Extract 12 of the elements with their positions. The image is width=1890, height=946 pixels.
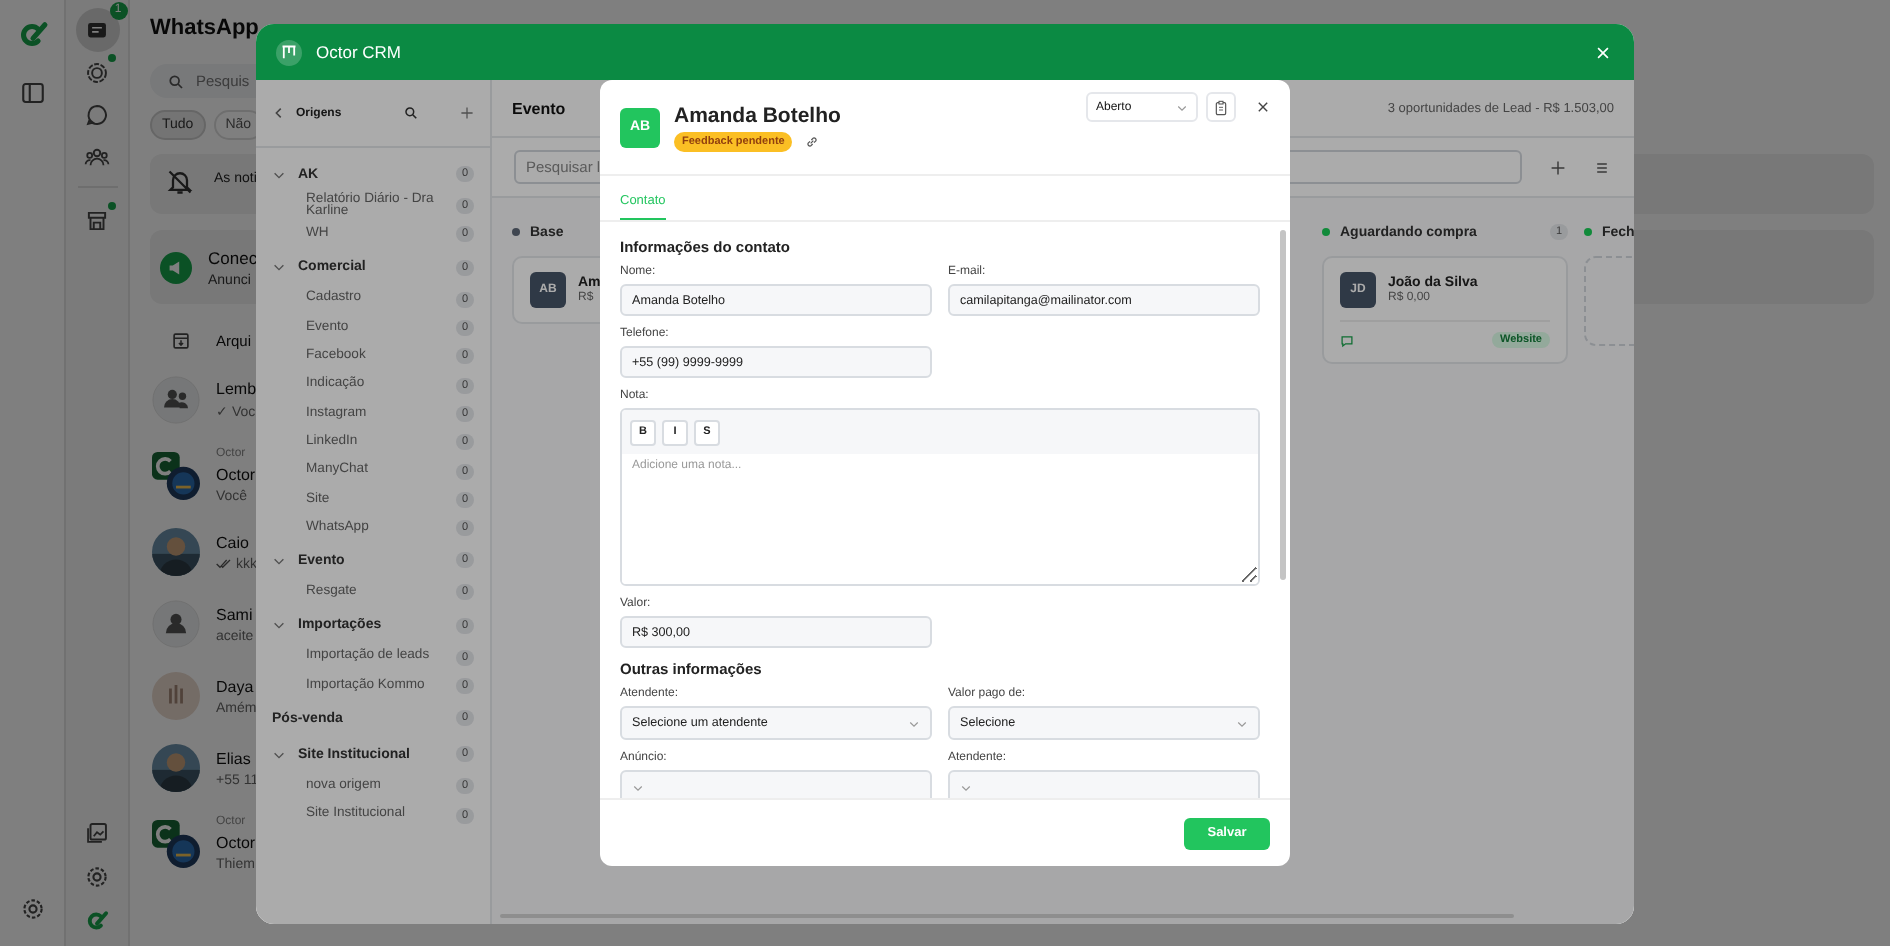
window-title: Octor CRM [316,42,401,62]
promo-title: Conec [208,247,258,267]
chat-name: Octor [216,834,256,852]
chat-name: Lemb [216,380,257,398]
chat-name: Daya [216,677,256,695]
board-title: Evento [512,99,566,117]
chat-name: Octor [216,466,256,484]
chat-name: Caio [216,533,251,551]
chat-name: Sami [216,605,254,623]
lead-name: Amanda Botelho [674,103,841,127]
chat-name: Elias [216,749,253,767]
app-title: WhatsApp [150,16,261,44]
